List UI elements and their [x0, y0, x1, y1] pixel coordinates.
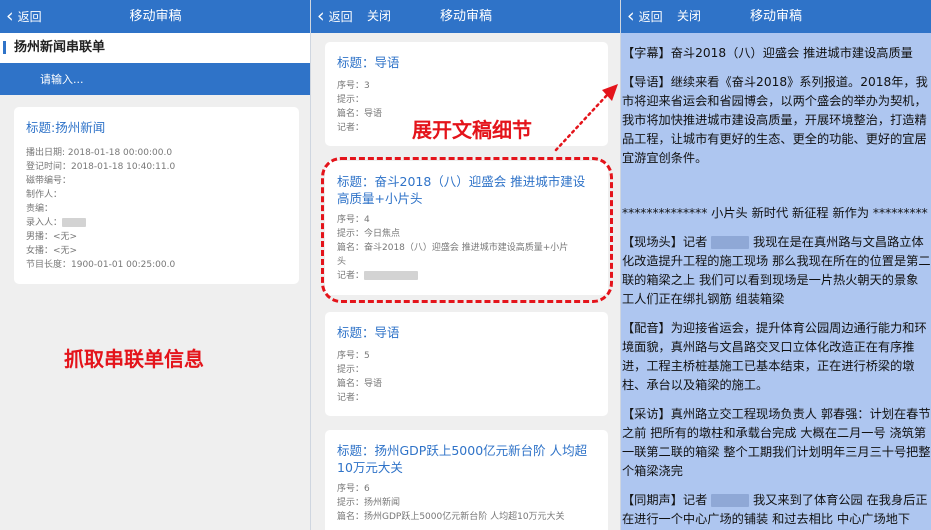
search-bar [0, 63, 311, 95]
close-button[interactable]: 关闭 [677, 0, 701, 33]
accent-bar [3, 41, 6, 54]
field-male-anchor: 男播：<无> [26, 232, 78, 242]
field-entry-person: 录入人： [26, 216, 287, 230]
back-label: 返回 [638, 10, 663, 24]
chevron-left-icon: ‹ [317, 5, 325, 27]
field-story-name: 篇名：导语 [337, 379, 383, 389]
field-hint: 提示： [337, 365, 365, 375]
script-paragraph-intro: 【导语】继续来看《奋斗2018》系列报道。2018年，我市将迎来省运会和省园博会… [622, 75, 928, 165]
field-producer: 制作人： [26, 190, 63, 200]
screen-script-detail: ‹ 返回 关闭 移动审稿 【字幕】奋斗2018（八）迎盛会 推进城市建设高质量 … [621, 0, 931, 530]
story-card[interactable]: 标题：扬州GDP跃上5000亿元新台阶 人均超10万元大关 序号：6 提示：扬州… [325, 430, 608, 530]
caption-fetch-rundown: 抓取串联单信息 [64, 347, 204, 371]
rundown-title: 扬州新闻串联单 [14, 40, 106, 55]
back-button[interactable]: ‹ 返回 [317, 0, 353, 33]
field-hint: 提示：扬州新闻 [337, 498, 401, 508]
back-button[interactable]: ‹ 返回 [627, 0, 663, 33]
script-paragraph-onsite: 【现场头】记者 我现在是在真州路与文昌路立体化改造提升工程的施工现场 那么我现在… [622, 235, 931, 306]
field-seq: 序号：6 [337, 484, 370, 494]
back-button[interactable]: ‹ 返回 [6, 0, 42, 33]
card-title: 标题：导语 [337, 55, 400, 70]
blurred-name [62, 218, 87, 227]
page-title: 移动审稿 [129, 9, 182, 24]
caption-expand-details: 展开文稿细节 [412, 118, 532, 142]
card-title: 标题：扬州GDP跃上5000亿元新台阶 人均超10万元大关 [337, 443, 588, 475]
blurred-name [711, 494, 750, 507]
screen-rundown: ‹ 返回 移动审稿 扬州新闻串联单 标题:扬州新闻 播出日期: 2018-01-… [0, 0, 311, 530]
dotted-arrow-icon [554, 84, 618, 152]
chevron-left-icon: ‹ [627, 5, 635, 27]
card-title: 标题：导语 [337, 325, 400, 340]
field-tape-no: 磁带编号： [26, 176, 72, 186]
chevron-left-icon: ‹ [6, 5, 14, 27]
story-card[interactable]: 标题：导语 序号：5 提示： 篇名：导语 记者： [325, 312, 608, 416]
card-title: 标题:扬州新闻 [26, 120, 106, 135]
top-bar: ‹ 返回 关闭 移动审稿 [311, 0, 621, 33]
page-title: 移动审稿 [439, 9, 492, 24]
field-air-date: 播出日期: 2018-01-18 00:00:00.0 [26, 148, 173, 158]
close-button[interactable]: 关闭 [367, 0, 391, 33]
field-editor: 责编： [26, 204, 54, 214]
highlight-dashed-box [321, 157, 613, 303]
rundown-header: 扬州新闻串联单 [0, 33, 311, 63]
script-content: 【字幕】奋斗2018（八）迎盛会 推进城市建设高质量 【导语】继续来看《奋斗20… [621, 33, 931, 530]
field-program-length: 节目长度：1900-01-01 00:25:00.0 [26, 260, 176, 270]
rundown-card[interactable]: 标题:扬州新闻 播出日期: 2018-01-18 00:00:00.0 登记时间… [14, 107, 299, 284]
field-female-anchor: 女播：<无> [26, 246, 78, 256]
script-paragraph-voiceover: 【配音】为迎接省运会，提升体育公园周边通行能力和环境面貌，真州路与文昌路交叉口立… [622, 321, 927, 392]
field-register-time: 登记时间：2018-01-18 10:40:11.0 [26, 162, 176, 172]
script-paragraph-title-sequence: ************** 小片头 新时代 新征程 新作为 ********* [622, 206, 928, 220]
field-seq: 序号：5 [337, 351, 370, 361]
blurred-name [711, 236, 750, 249]
script-paragraph-sync-sound: 【同期声】记者 我又来到了体育公园 在我身后正在进行一个中心广场的铺装 和过去相… [622, 493, 928, 526]
search-input[interactable] [10, 67, 290, 91]
field-story-name: 篇名：扬州GDP跃上5000亿元新台阶 人均超10万元大关 [337, 512, 565, 522]
back-label: 返回 [17, 10, 42, 24]
script-paragraph-interview: 【采访】真州路立交工程现场负责人 郭春强：计划在春节之前 把所有的墩柱和承载台完… [622, 407, 931, 478]
page-title: 移动审稿 [749, 9, 802, 24]
top-bar: ‹ 返回 移动审稿 [0, 0, 311, 33]
field-reporter: 记者： [337, 393, 365, 403]
script-paragraph-caption: 【字幕】奋斗2018（八）迎盛会 推进城市建设高质量 [622, 46, 913, 60]
top-bar: ‹ 返回 关闭 移动审稿 [621, 0, 931, 33]
back-label: 返回 [328, 10, 353, 24]
